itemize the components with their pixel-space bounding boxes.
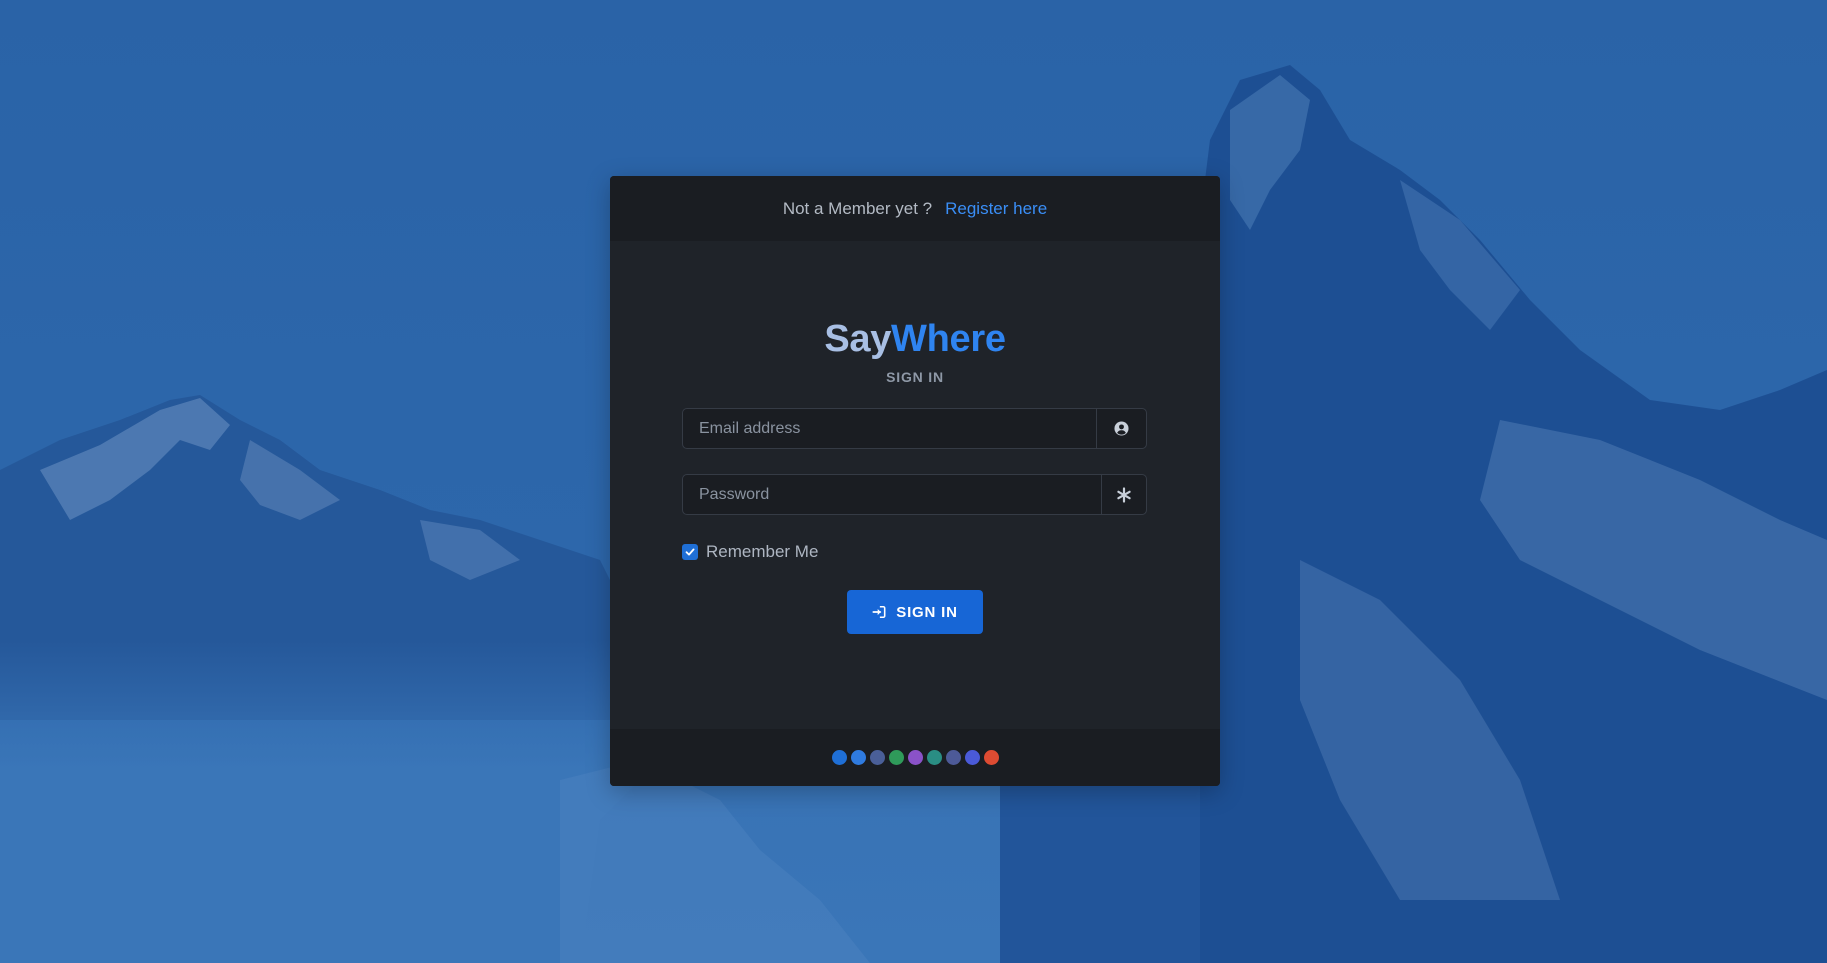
email-field-group [682, 408, 1147, 449]
checkmark-icon [685, 548, 695, 556]
register-bar: Not a Member yet ? Register here [610, 176, 1220, 241]
register-prompt: Not a Member yet ? [782, 198, 933, 218]
theme-swatch-teal[interactable] [926, 750, 942, 765]
remember-me-row[interactable]: Remember Me [682, 542, 818, 562]
form-heading: SIGN IN [886, 369, 944, 385]
password-field-group [682, 474, 1147, 515]
asterisk-icon [1101, 475, 1146, 514]
theme-swatch-red[interactable] [983, 750, 999, 765]
brand-part-say: Say [824, 318, 892, 360]
theme-swatch-indigo-gray[interactable] [869, 750, 885, 765]
sign-in-icon [872, 605, 886, 619]
remember-me-checkbox[interactable] [682, 544, 698, 560]
register-link[interactable]: Register here [945, 199, 1047, 219]
theme-swatch-slate[interactable] [945, 750, 961, 765]
sign-in-button[interactable]: SIGN IN [847, 590, 983, 634]
remember-me-label: Remember Me [706, 542, 819, 561]
password-input[interactable] [683, 475, 1101, 514]
login-card: Not a Member yet ? Register here SayWher… [610, 176, 1220, 786]
user-circle-icon [1096, 409, 1146, 448]
brand-logo: SayWhere [610, 318, 1220, 361]
sign-in-button-label: SIGN IN [896, 603, 958, 621]
brand-part-where: Where [891, 318, 1006, 360]
theme-swatch-bar [610, 729, 1220, 786]
theme-swatch-blue[interactable] [831, 750, 847, 765]
email-input[interactable] [683, 409, 1096, 448]
theme-swatch-purple[interactable] [907, 750, 923, 765]
theme-swatch-violet[interactable] [964, 750, 980, 765]
theme-swatch-green[interactable] [888, 750, 904, 765]
theme-swatch-azure[interactable] [850, 750, 866, 765]
